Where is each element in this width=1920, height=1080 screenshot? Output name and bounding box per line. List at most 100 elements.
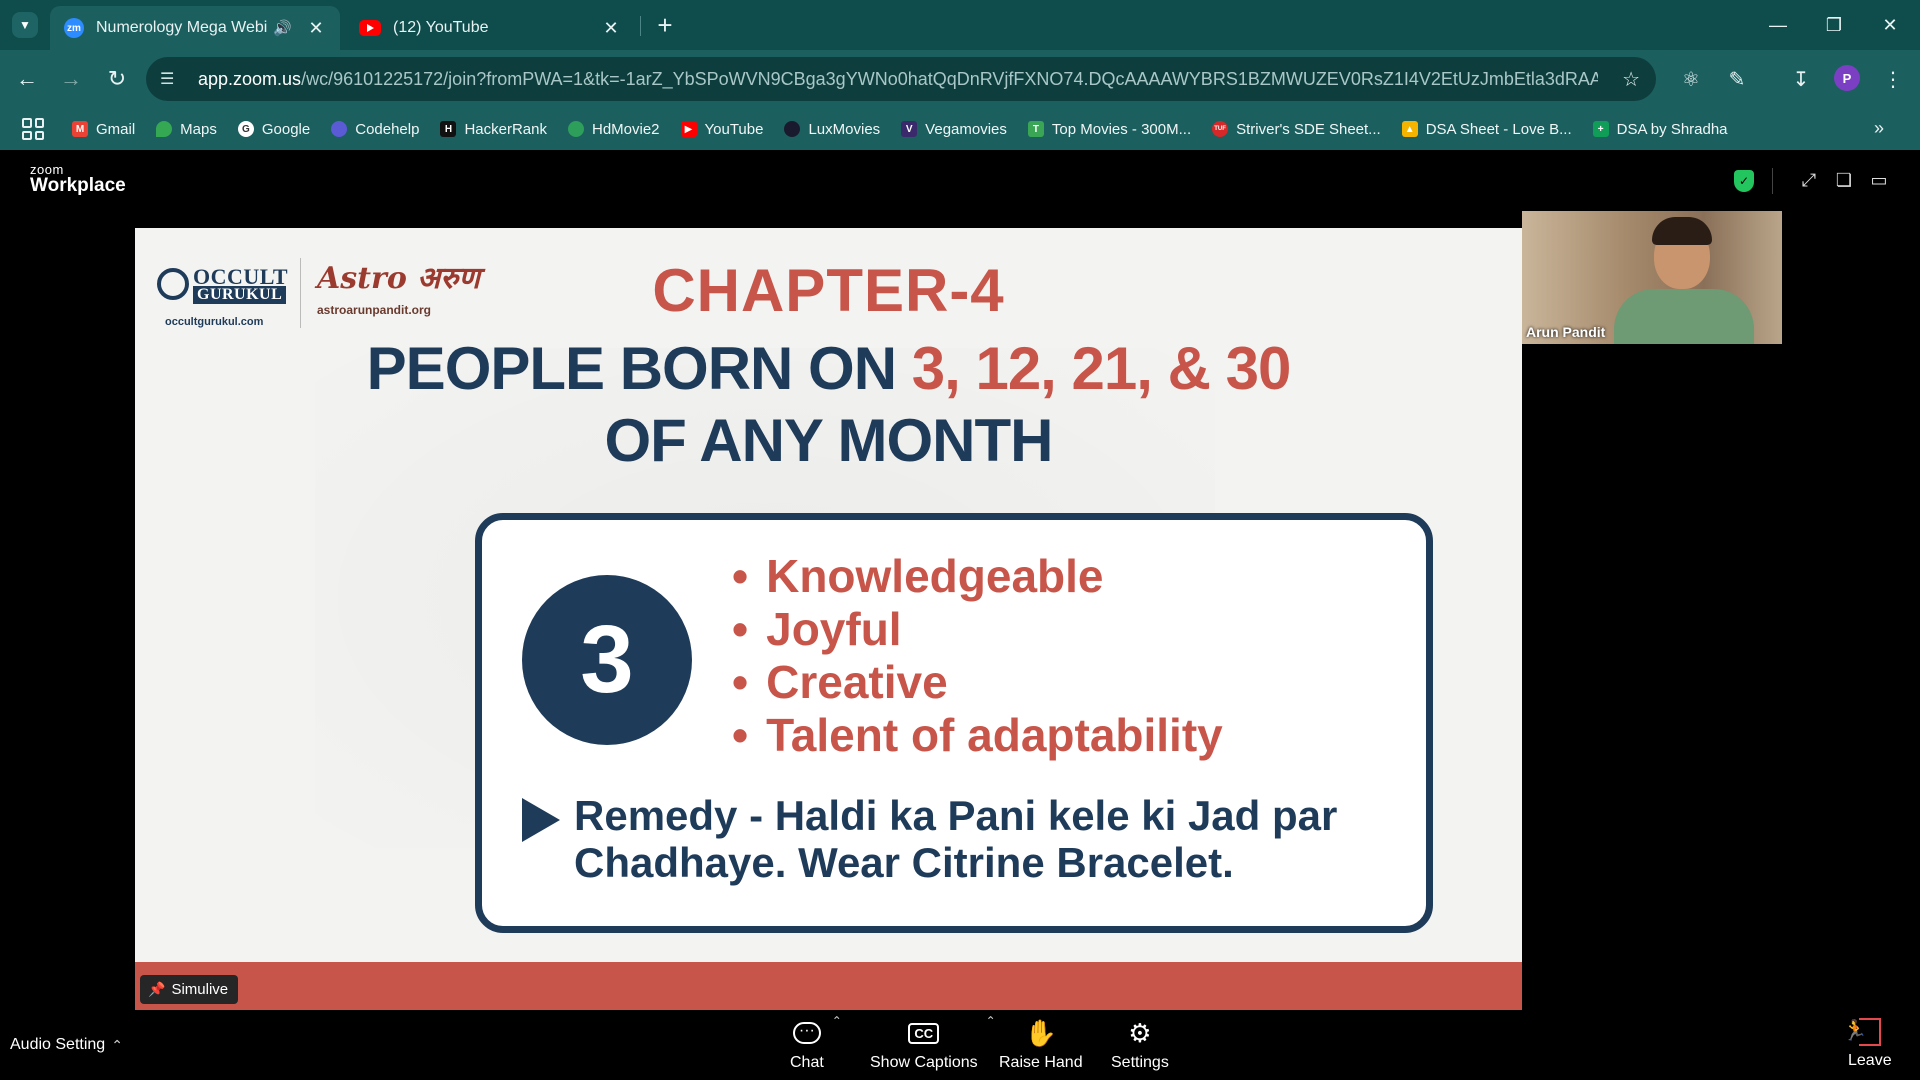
bookmark-youtube[interactable]: ▶ YouTube <box>680 121 763 138</box>
trait-item: Talent of adaptability <box>732 709 1223 762</box>
video-person-body <box>1614 289 1754 344</box>
bookmark-label: Gmail <box>96 120 136 138</box>
chat-icon <box>792 1022 821 1044</box>
more-menu-icon[interactable]: ⋮ <box>1880 66 1906 92</box>
vegamovies-icon: V <box>901 121 918 137</box>
bookmark-vegamovies[interactable]: V Vegamovies <box>901 121 1007 138</box>
tab-youtube[interactable]: (12) YouTube ✕ <box>345 6 635 50</box>
minimize-video-icon[interactable]: ▭ <box>1867 168 1891 192</box>
bookmark-dsa-shradha[interactable]: + DSA by Shradha <box>1592 120 1728 138</box>
bookmark-top-movies[interactable]: T Top Movies - 300M... <box>1027 120 1192 138</box>
luxmovies-icon <box>784 121 801 137</box>
bookmark-striver-sde[interactable]: TUF Striver's SDE Sheet... <box>1212 121 1381 138</box>
slide-headline: PEOPLE BORN ON 3, 12, 21, & 30 OF ANY MO… <box>255 333 1402 477</box>
url-text[interactable]: app.zoom.us/wc/96101225172/join?fromPWA=… <box>198 69 1598 90</box>
react-devtools-icon[interactable]: ⚛ <box>1678 66 1704 92</box>
fullscreen-icon[interactable]: ⤢ <box>1797 168 1821 192</box>
minimize-button[interactable]: — <box>1750 0 1806 50</box>
show-captions-button[interactable]: CC ⌃ Show Captions <box>870 1014 996 1072</box>
close-tab-icon[interactable]: ✕ <box>601 18 621 39</box>
raise-hand-button[interactable]: ✋ Raise Hand <box>999 1016 1083 1072</box>
chat-icon-wrap <box>792 1016 821 1050</box>
extensions-icon[interactable]: ✎ <box>1724 66 1750 92</box>
tab-divider <box>640 16 641 36</box>
tuf-icon: TUF <box>1212 121 1229 137</box>
chevron-up-icon[interactable]: ⌃ <box>832 1014 842 1028</box>
chat-button[interactable]: ⌃ Chat <box>790 1014 842 1072</box>
back-button[interactable]: ← <box>12 64 42 94</box>
number-badge: 3 <box>522 575 692 745</box>
remedy-text: Remedy - Haldi ka Pani kele ki Jad par C… <box>574 792 1338 886</box>
speaker-video-tile[interactable]: Arun Pandit <box>1522 211 1782 344</box>
apps-grid-icon[interactable] <box>22 118 44 140</box>
close-tab-icon[interactable]: ✕ <box>306 18 326 39</box>
sheets-icon: + <box>1592 121 1609 137</box>
bookmark-hackerrank[interactable]: H HackerRank <box>440 121 547 138</box>
zoom-logo-product: Workplace <box>30 175 126 196</box>
trait-item: Creative <box>732 656 1223 709</box>
bookmark-label: Maps <box>180 120 217 138</box>
simulive-label: Simulive <box>171 981 229 998</box>
bookmark-maps[interactable]: Maps <box>156 121 217 138</box>
bookmark-label: Top Movies - 300M... <box>1051 120 1192 138</box>
pin-icon: 📌 <box>148 981 166 997</box>
video-person-hair <box>1652 217 1712 245</box>
leave-button[interactable]: Leave <box>1843 1018 1892 1070</box>
download-icon[interactable]: ↧ <box>1788 66 1814 92</box>
bookmark-star-icon[interactable]: ☆ <box>1622 67 1640 92</box>
bookmark-gmail[interactable]: M Gmail <box>72 121 135 138</box>
encryption-shield-icon[interactable]: ✓ <box>1734 170 1754 192</box>
site-info-icon[interactable]: ☰ <box>160 69 188 89</box>
leave-door-icon <box>1843 1018 1881 1046</box>
bookmark-label: LuxMovies <box>808 120 881 138</box>
bookmark-luxmovies[interactable]: LuxMovies <box>784 121 880 138</box>
address-bar[interactable]: ☰ app.zoom.us/wc/96101225172/join?fromPW… <box>146 57 1656 101</box>
bookmark-label: HackerRank <box>464 120 547 138</box>
forward-button[interactable]: → <box>56 64 86 94</box>
captions-label: Show Captions <box>870 1054 978 1071</box>
youtube-icon: ▶ <box>680 121 697 137</box>
trait-item: Knowledgeable <box>732 550 1223 603</box>
bookmark-google[interactable]: G Google <box>237 121 310 138</box>
chevron-up-icon[interactable]: ⌃ <box>111 1037 123 1054</box>
audio-setting-label: Audio Setting <box>10 1036 106 1053</box>
bookmark-hdmovie2[interactable]: HdMovie2 <box>567 121 660 138</box>
new-tab-button[interactable]: + <box>650 10 680 40</box>
chapter-title: CHAPTER-4 <box>652 257 1005 324</box>
browser-toolbar: ← → ↻ ☰ app.zoom.us/wc/96101225172/join?… <box>0 50 1920 108</box>
hackerrank-icon: H <box>440 121 457 137</box>
gear-icon: ⚙ <box>1128 1017 1152 1048</box>
chat-label: Chat <box>790 1054 824 1071</box>
toolbar-divider <box>1772 168 1773 194</box>
speaker-icon[interactable]: 🔊 <box>273 19 292 37</box>
bookmark-label: DSA by Shradha <box>1616 120 1728 138</box>
headline-dates: 3, 12, 21, & 30 <box>911 335 1292 402</box>
tab-search-button[interactable]: ▼ <box>12 12 38 38</box>
close-window-button[interactable]: ✕ <box>1862 0 1918 50</box>
tab-title: Numerology Mega Webinar <box>96 19 268 36</box>
captions-icon-wrap: CC <box>908 1016 940 1050</box>
bookmark-codehelp[interactable]: Codehelp <box>331 121 419 138</box>
zoom-favicon-icon: zm <box>64 18 84 38</box>
audio-setting-button[interactable]: Audio Setting ⌃ <box>10 1036 123 1054</box>
shared-screen-slide: OCCULT GURUKUL occultgurukul.com Astro अ… <box>135 228 1522 1010</box>
view-toggle-icon[interactable]: ❏ <box>1832 168 1856 192</box>
bookmark-label: Codehelp <box>355 120 420 138</box>
slide-footer-bar <box>135 962 1522 1010</box>
gmail-icon: M <box>72 121 88 137</box>
raise-hand-label: Raise Hand <box>999 1054 1083 1071</box>
bookmarks-bar: M Gmail Maps G Google Codehelp H HackerRank… <box>0 108 1920 150</box>
bookmark-dsa-sheet[interactable]: ▲ DSA Sheet - Love B... <box>1401 121 1572 138</box>
participant-name: Arun Pandit <box>1526 324 1606 340</box>
reload-button[interactable]: ↻ <box>102 64 132 94</box>
chevron-up-icon[interactable]: ⌃ <box>986 1014 996 1028</box>
top-movies-icon: T <box>1027 121 1044 137</box>
restore-button[interactable]: ❐ <box>1806 0 1862 50</box>
bookmark-label: Striver's SDE Sheet... <box>1236 120 1381 138</box>
bookmarks-overflow-icon[interactable]: » <box>1874 118 1884 139</box>
settings-button[interactable]: ⚙ Settings <box>1111 1016 1169 1072</box>
browser-tabstrip: ▼ zm Numerology Mega Webinar 🔊 ✕ (12) Yo… <box>0 0 1920 50</box>
profile-avatar[interactable]: P <box>1834 65 1860 91</box>
tab-numerology-webinar[interactable]: zm Numerology Mega Webinar 🔊 ✕ <box>50 6 340 50</box>
maps-icon <box>156 121 173 137</box>
